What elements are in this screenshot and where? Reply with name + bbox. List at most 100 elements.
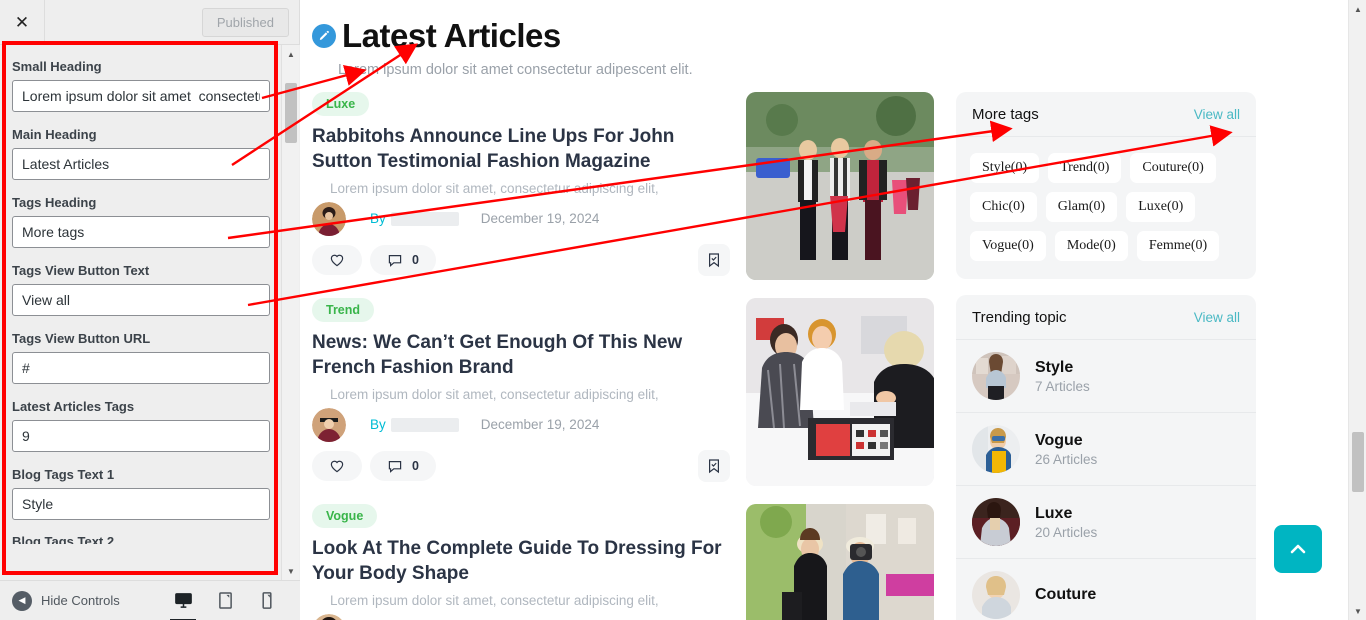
field-small-heading: Small Heading	[12, 59, 288, 112]
trending-item[interactable]: Couture	[956, 559, 1256, 620]
avatar	[972, 425, 1020, 474]
article-excerpt: Lorem ipsum dolor sit amet, consectetur …	[330, 386, 659, 402]
trending-view-all-link[interactable]: View all	[1194, 310, 1240, 325]
article-text: Trend News: We Can’t Get Enough Of This …	[312, 298, 730, 482]
tag-chip[interactable]: Mode(0)	[1054, 231, 1128, 262]
scroll-up-icon[interactable]: ▲	[282, 45, 300, 63]
comment-count: 0	[412, 252, 419, 267]
article-category-badge[interactable]: Luxe	[312, 92, 370, 117]
trending-text: Style 7 Articles	[1035, 358, 1090, 394]
article-card[interactable]: Luxe Rabbitohs Announce Line Ups For Joh…	[312, 92, 934, 289]
article-category-badge[interactable]: Trend	[312, 298, 375, 323]
scrollbar-thumb[interactable]	[1352, 432, 1364, 492]
customizer-scrollbar[interactable]: ▲ ▼	[281, 45, 299, 580]
article-date: December 19, 2024	[480, 211, 600, 227]
article-title[interactable]: Look At The Complete Guide To Dressing F…	[312, 537, 730, 586]
article-list: Luxe Rabbitohs Announce Line Ups For Joh…	[312, 92, 934, 620]
tags-heading-input[interactable]	[12, 216, 270, 248]
tag-chip[interactable]: Couture(0)	[1130, 153, 1216, 184]
tag-chip[interactable]: Style(0)	[970, 153, 1040, 184]
article-thumbnail[interactable]	[746, 504, 934, 620]
content-columns: Luxe Rabbitohs Announce Line Ups For Joh…	[312, 92, 1324, 620]
field-blog-tags-text-1: Blog Tags Text 1	[12, 467, 288, 520]
tags-view-button-text-input[interactable]	[12, 284, 270, 316]
scrollbar-thumb[interactable]	[285, 83, 297, 143]
article-meta: By December 19, 2024	[312, 407, 730, 442]
bookmark-check-icon[interactable]	[698, 243, 730, 276]
hide-controls-button[interactable]: ◀ Hide Controls	[12, 590, 120, 611]
bookmark-check-icon[interactable]	[698, 449, 730, 482]
by-label: By	[370, 211, 386, 227]
article-thumbnail[interactable]	[746, 298, 934, 487]
main-heading-input[interactable]	[12, 148, 270, 180]
trending-count: 7 Articles	[1035, 379, 1090, 395]
tags-view-button-url-input[interactable]	[12, 352, 270, 384]
scroll-down-icon[interactable]: ▼	[1349, 602, 1366, 620]
article-actions: 0	[312, 449, 730, 482]
more-tags-title: More tags	[972, 106, 1039, 124]
article-title[interactable]: Rabbitohs Announce Line Ups For John Sut…	[312, 125, 730, 174]
field-main-heading: Main Heading	[12, 127, 288, 180]
like-button[interactable]	[312, 450, 362, 481]
desktop-icon[interactable]	[170, 588, 196, 620]
tag-chip[interactable]: Glam(0)	[1045, 192, 1118, 223]
field-label-cut-off: Blog Tags Text 2	[12, 535, 115, 544]
window-scrollbar[interactable]: ▲ ▼	[1348, 0, 1366, 620]
field-tags-heading: Tags Heading	[12, 195, 288, 248]
small-heading-input[interactable]	[12, 80, 270, 112]
page-title: Latest Articles	[342, 17, 561, 54]
article-card[interactable]: Vogue Look At The Complete Guide To Dres…	[312, 504, 934, 620]
tag-chip[interactable]: Luxe(0)	[1126, 192, 1196, 223]
published-button[interactable]: Published	[201, 7, 289, 37]
field-label: Tags View Button URL	[12, 331, 151, 346]
field-tags-view-button-text: Tags View Button Text	[12, 263, 288, 316]
customizer-fields: Small Heading Main Heading Tags Heading …	[0, 45, 300, 580]
trending-name: Luxe	[1035, 505, 1073, 523]
mobile-icon[interactable]	[256, 588, 278, 614]
preview-sidebar: More tags View all Style(0) Trend(0) Cou…	[956, 92, 1256, 620]
tag-chip[interactable]: Vogue(0)	[970, 231, 1046, 262]
comment-button[interactable]: 0	[370, 244, 436, 275]
trending-text: Luxe 20 Articles	[1035, 504, 1097, 540]
article-category-badge[interactable]: Vogue	[312, 504, 378, 529]
scroll-up-icon[interactable]: ▲	[1349, 0, 1366, 18]
scroll-down-icon[interactable]: ▼	[282, 562, 300, 580]
article-thumbnail[interactable]	[746, 92, 934, 281]
scroll-to-top-button[interactable]	[1274, 525, 1322, 573]
article-title[interactable]: News: We Can’t Get Enough Of This New Fr…	[312, 331, 730, 380]
trending-topic-title: Trending topic	[972, 309, 1067, 327]
more-tags-widget: More tags View all Style(0) Trend(0) Cou…	[956, 92, 1256, 280]
device-preview-switcher	[170, 588, 288, 620]
blog-tags-text-1-input[interactable]	[12, 488, 270, 520]
article-meta: By December 19, 2024	[312, 613, 730, 620]
tag-chip[interactable]: Chic(0)	[970, 192, 1037, 223]
trending-item[interactable]: Vogue 26 Articles	[956, 413, 1256, 487]
avatar	[972, 571, 1020, 620]
avatar	[972, 352, 1020, 401]
field-label: Tags Heading	[12, 195, 97, 210]
tablet-icon[interactable]	[214, 588, 236, 614]
avatar	[312, 613, 346, 620]
article-actions: 0	[312, 243, 730, 276]
trending-item[interactable]: Style 7 Articles	[956, 340, 1256, 414]
field-label: Main Heading	[12, 127, 97, 142]
comment-button[interactable]: 0	[370, 450, 436, 481]
page-subtitle: Lorem ipsum dolor sit amet consectetur a…	[338, 62, 693, 79]
customizer-panel: ✕ Published Small Heading Main Heading T…	[0, 0, 300, 620]
latest-articles-tags-input[interactable]	[12, 420, 270, 452]
close-icon[interactable]: ✕	[0, 0, 45, 45]
customizer-footer: ◀ Hide Controls	[0, 580, 300, 620]
trending-count: 26 Articles	[1035, 452, 1098, 468]
trending-name: Vogue	[1035, 432, 1083, 450]
avatar	[972, 498, 1020, 547]
pencil-icon[interactable]	[312, 24, 336, 49]
tag-chip[interactable]: Trend(0)	[1048, 153, 1122, 184]
tag-chip[interactable]: Femme(0)	[1136, 231, 1220, 262]
page-title-row: Latest Articles	[312, 17, 1324, 54]
more-tags-view-all-link[interactable]: View all	[1194, 107, 1240, 122]
like-button[interactable]	[312, 244, 362, 275]
trending-item[interactable]: Luxe 20 Articles	[956, 486, 1256, 560]
article-card[interactable]: Trend News: We Can’t Get Enough Of This …	[312, 298, 934, 495]
page-header: Latest Articles Lorem ipsum dolor sit am…	[312, 17, 1324, 79]
article-date: December 19, 2024	[480, 417, 600, 433]
